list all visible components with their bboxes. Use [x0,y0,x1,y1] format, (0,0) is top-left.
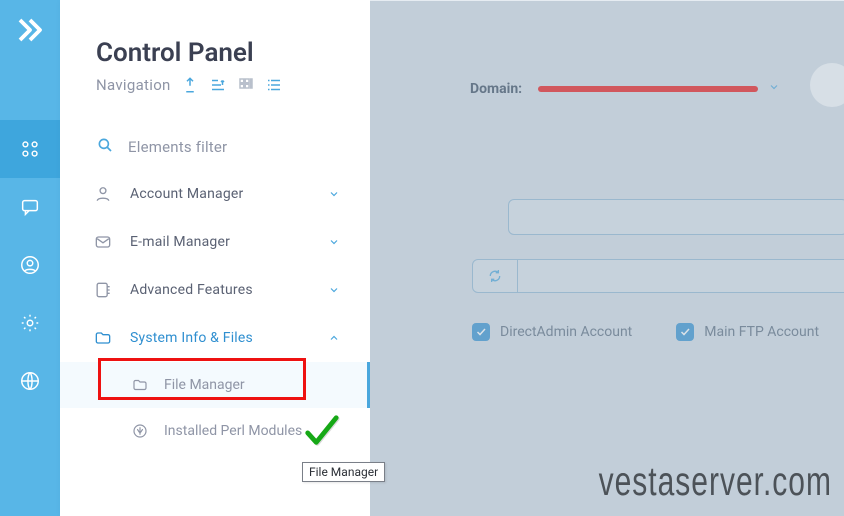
grid-view-icon[interactable] [237,76,255,94]
list-view-icon[interactable] [265,76,283,94]
chevron-down-icon [318,284,350,296]
tooltip: File Manager [302,462,385,482]
subnav-label: File Manager [164,377,245,393]
gear-icon [19,312,41,334]
rail-item-web[interactable] [0,352,60,410]
sidebar-subtitle-row: Navigation [60,68,370,94]
content-overlay [370,1,844,516]
app-logo[interactable] [0,0,60,60]
nav-label: Advanced Features [130,282,318,298]
nav-item-email-manager[interactable]: E-mail Manager [60,218,370,266]
nav-label: System Info & Files [130,330,318,346]
features-icon [92,279,114,301]
rail-item-messages[interactable] [0,178,60,236]
sidebar-title: Control Panel [60,38,370,68]
nav-item-advanced-features[interactable]: Advanced Features [60,266,370,314]
chevron-down-icon [318,188,350,200]
chevrons-logo-icon [15,15,45,45]
subnav-item-installed-perl-modules[interactable]: Installed Perl Modules [60,408,370,454]
nav-item-system-info-files[interactable]: System Info & Files [60,314,370,362]
chevron-down-icon [318,236,350,248]
search-icon [96,136,114,158]
app-rail [0,0,60,516]
globe-icon [19,370,41,392]
rail-item-dashboard[interactable] [0,120,60,178]
rail-item-settings[interactable] [0,294,60,352]
sort-list-icon[interactable] [209,76,227,94]
user-icon [92,183,114,205]
main-area: Domain: DirectAdmin Account Main FTP Acc… [370,0,844,516]
nav-item-account-manager[interactable]: Account Manager [60,170,370,218]
folder-icon [130,375,150,395]
watermark: vestaserver.com [599,460,832,506]
filter-row[interactable]: Elements filter [60,94,370,170]
module-icon [130,421,150,441]
user-circle-icon [19,254,41,276]
chat-icon [19,196,41,218]
sidebar-subtitle: Navigation [96,76,171,94]
nav-label: E-mail Manager [130,234,318,250]
grid-icon [19,138,41,160]
chevron-up-icon [318,332,350,344]
filter-placeholder: Elements filter [128,138,227,156]
rail-item-account[interactable] [0,236,60,294]
mail-icon [92,231,114,253]
folder-icon [92,327,114,349]
subnav-label: Installed Perl Modules [164,423,302,439]
pin-icon[interactable] [181,76,199,94]
app-rail-items [0,120,60,410]
subnav-item-file-manager[interactable]: File Manager [60,362,370,408]
sidebar: Control Panel Navigation E [60,0,370,516]
nav-label: Account Manager [130,186,318,202]
